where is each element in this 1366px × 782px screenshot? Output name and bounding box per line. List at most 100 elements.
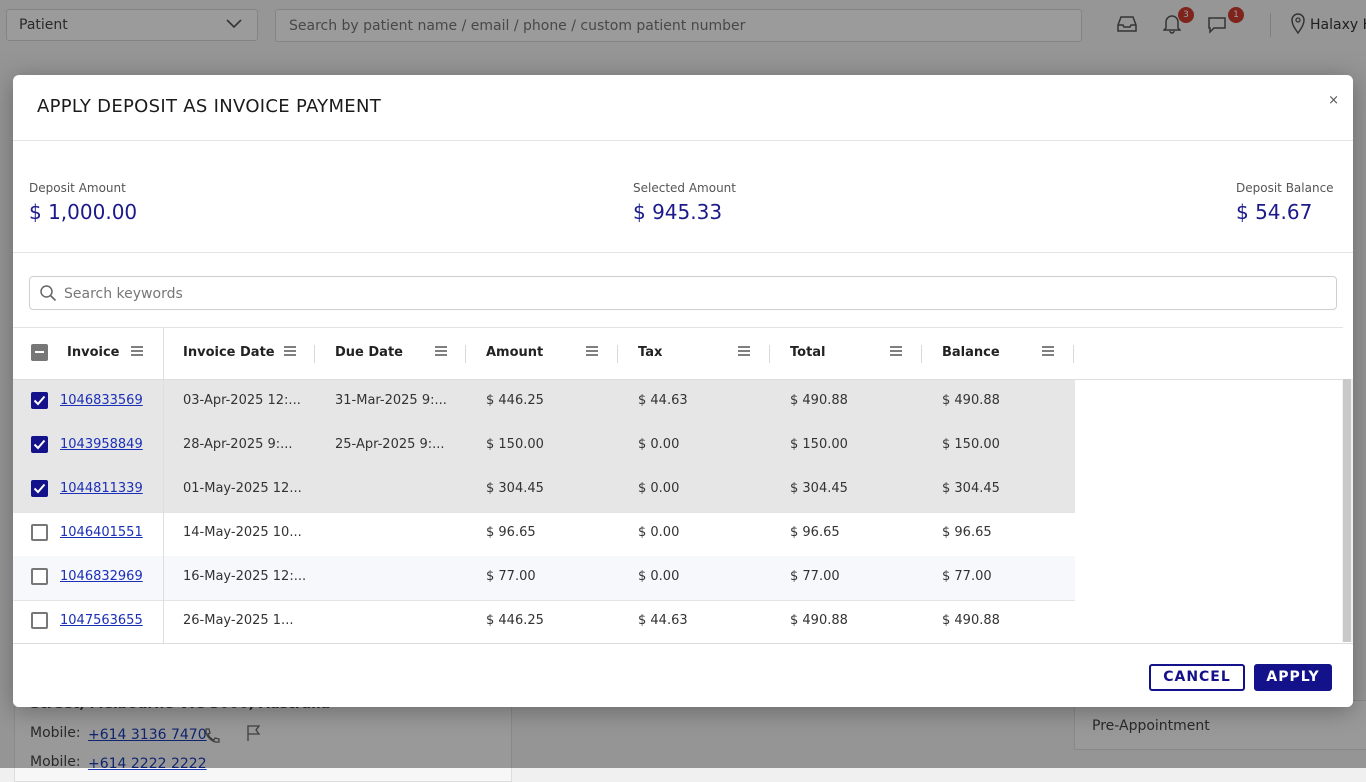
modal-header: APPLY DEPOSIT AS INVOICE PAYMENT ×	[13, 75, 1353, 141]
grid-header: Invoice Invoice Date Due Date Amount Tax	[13, 328, 1343, 380]
selected-amount-block: Selected Amount $ 945.33	[633, 181, 736, 224]
row-checkbox[interactable]	[31, 436, 48, 453]
cell-tax: $ 44.63	[638, 393, 688, 408]
modal-title: APPLY DEPOSIT AS INVOICE PAYMENT	[37, 96, 382, 117]
row-checkbox[interactable]	[31, 480, 48, 497]
cell-total: $ 150.00	[790, 437, 848, 452]
cell-invoice-date: 26-May-2025 1...	[183, 613, 294, 628]
cell-invoice-date: 03-Apr-2025 12:...	[183, 393, 301, 408]
column-menu-icon[interactable]	[585, 345, 599, 357]
header-amount[interactable]: Amount	[466, 328, 617, 379]
column-menu-icon[interactable]	[737, 345, 751, 357]
column-menu-icon[interactable]	[283, 345, 297, 357]
cell-balance: $ 150.00	[942, 437, 1000, 452]
pinned-column-divider	[163, 328, 164, 644]
table-row[interactable]: 1046832969 16-May-2025 12:... $ 77.00 $ 0.0…	[13, 556, 1075, 601]
cell-tax: $ 0.00	[638, 569, 680, 584]
cell-invoice-date: 28-Apr-2025 9:...	[183, 437, 293, 452]
checkmark-icon	[33, 395, 46, 406]
cell-invoice[interactable]: 1044811339	[60, 481, 143, 496]
header-separator[interactable]	[1073, 345, 1074, 363]
table-row[interactable]: 1044811339 01-May-2025 12... $ 304.45 $ 0.0…	[13, 468, 1075, 513]
selected-amount-value: $ 945.33	[633, 200, 723, 224]
cell-amount: $ 446.25	[486, 613, 544, 628]
cell-total: $ 96.65	[790, 525, 840, 540]
header-tax-label: Tax	[638, 345, 663, 360]
header-tax[interactable]: Tax	[618, 328, 769, 379]
checkmark-icon	[33, 483, 46, 494]
header-invoice-date[interactable]: Invoice Date	[164, 328, 315, 379]
keyword-search-box[interactable]	[29, 276, 1337, 310]
modal-footer: CANCEL APPLY	[13, 643, 1353, 707]
table-row[interactable]: 1046833569 03-Apr-2025 12:... 31-Mar-2025 …	[13, 380, 1075, 425]
header-total[interactable]: Total	[770, 328, 921, 379]
header-invoice[interactable]: Invoice	[13, 328, 163, 379]
cell-amount: $ 150.00	[486, 437, 544, 452]
table-row[interactable]: 1046401551 14-May-2025 10... $ 96.65 $ 0.00…	[13, 512, 1075, 557]
close-icon[interactable]: ×	[1328, 93, 1339, 108]
header-balance-label: Balance	[942, 345, 1000, 360]
cell-invoice-date: 14-May-2025 10...	[183, 525, 302, 540]
scrollbar-thumb[interactable]	[1343, 379, 1351, 642]
cell-invoice[interactable]: 1046401551	[60, 525, 143, 540]
cell-due-date: 25-Apr-2025 9:...	[335, 437, 445, 452]
cell-tax: $ 44.63	[638, 613, 688, 628]
cell-total: $ 77.00	[790, 569, 840, 584]
cell-balance: $ 96.65	[942, 525, 992, 540]
invoice-grid: Invoice Invoice Date Due Date Amount Tax	[13, 327, 1343, 645]
cell-amount: $ 446.25	[486, 393, 544, 408]
table-row[interactable]: 1047563655 26-May-2025 1... $ 446.25 $ 44.6…	[13, 600, 1075, 645]
cell-invoice-date: 16-May-2025 12:...	[183, 569, 307, 584]
column-menu-icon[interactable]	[434, 345, 448, 357]
column-menu-icon[interactable]	[889, 345, 903, 357]
row-checkbox[interactable]	[31, 524, 48, 541]
deposit-amount-label: Deposit Amount	[29, 181, 126, 195]
cell-invoice-date: 01-May-2025 12...	[183, 481, 302, 496]
grid-vertical-scrollbar[interactable]	[1342, 379, 1353, 642]
column-menu-icon[interactable]	[130, 345, 144, 357]
header-due-date-label: Due Date	[335, 345, 403, 360]
cell-tax: $ 0.00	[638, 437, 680, 452]
cell-balance: $ 304.45	[942, 481, 1000, 496]
deposit-amount-value: $ 1,000.00	[29, 200, 138, 224]
selected-amount-label: Selected Amount	[633, 181, 736, 195]
header-balance[interactable]: Balance	[922, 328, 1073, 379]
row-checkbox[interactable]	[31, 612, 48, 629]
cell-amount: $ 77.00	[486, 569, 536, 584]
apply-button[interactable]: APPLY	[1254, 664, 1332, 691]
cell-balance: $ 490.88	[942, 393, 1000, 408]
cell-total: $ 304.45	[790, 481, 848, 496]
cell-amount: $ 96.65	[486, 525, 536, 540]
checkmark-icon	[33, 439, 46, 450]
header-amount-label: Amount	[486, 345, 544, 360]
row-checkbox[interactable]	[31, 568, 48, 585]
cell-invoice[interactable]: 1047563655	[60, 613, 143, 628]
cell-total: $ 490.88	[790, 613, 848, 628]
cell-invoice[interactable]: 1046833569	[60, 393, 143, 408]
header-invoice-label: Invoice	[67, 345, 120, 360]
cell-amount: $ 304.45	[486, 481, 544, 496]
deposit-balance-block: Deposit Balance $ 54.67	[1236, 181, 1334, 224]
deposit-amount-block: Deposit Amount $ 1,000.00	[29, 181, 137, 224]
deposit-summary: Deposit Amount $ 1,000.00 Selected Amoun…	[13, 141, 1353, 253]
cell-tax: $ 0.00	[638, 525, 680, 540]
cancel-button[interactable]: CANCEL	[1149, 664, 1245, 691]
keyword-search-input[interactable]	[62, 283, 1266, 305]
cell-due-date: 31-Mar-2025 9:...	[335, 393, 447, 408]
cell-invoice[interactable]: 1046832969	[60, 569, 143, 584]
cell-invoice[interactable]: 1043958849	[60, 437, 143, 452]
cell-balance: $ 490.88	[942, 613, 1000, 628]
cell-total: $ 490.88	[790, 393, 848, 408]
cell-tax: $ 0.00	[638, 481, 680, 496]
header-invoice-date-label: Invoice Date	[183, 345, 275, 360]
search-icon	[40, 285, 57, 302]
cell-balance: $ 77.00	[942, 569, 992, 584]
row-checkbox[interactable]	[31, 392, 48, 409]
header-total-label: Total	[790, 345, 826, 360]
apply-deposit-modal: APPLY DEPOSIT AS INVOICE PAYMENT × Depos…	[13, 75, 1353, 707]
table-row[interactable]: 1043958849 28-Apr-2025 9:... 25-Apr-2025 9…	[13, 424, 1075, 469]
column-menu-icon[interactable]	[1041, 345, 1055, 357]
header-due-date[interactable]: Due Date	[315, 328, 466, 379]
deposit-balance-value: $ 54.67	[1236, 200, 1313, 224]
deposit-balance-label: Deposit Balance	[1236, 181, 1334, 195]
